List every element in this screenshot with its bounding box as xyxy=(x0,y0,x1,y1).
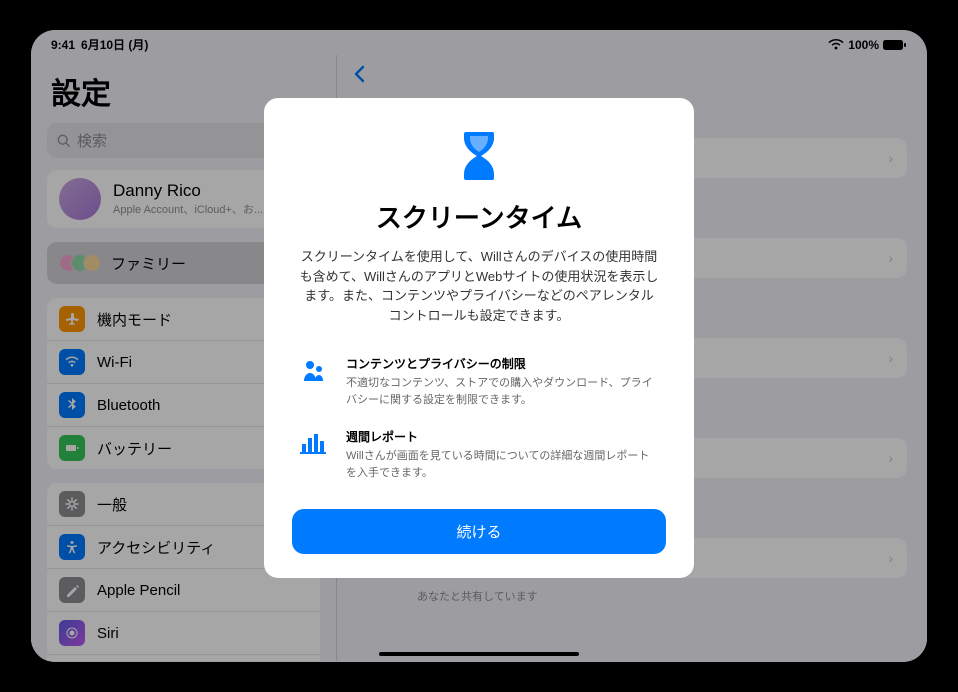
feature-desc: 不適切なコンテンツ、ストアでの購入やダウンロード、プライバシーに関する設定を制限… xyxy=(346,375,660,408)
home-indicator[interactable] xyxy=(379,652,579,656)
modal-title: スクリーンタイム xyxy=(292,198,666,235)
bar-chart-icon xyxy=(298,428,330,481)
feature-title: 週間レポート xyxy=(346,428,660,445)
modal-overlay: スクリーンタイム スクリーンタイムを使用して、Willさんのデバイスの使用時間も… xyxy=(31,30,927,662)
feature-restrictions: コンテンツとプライバシーの制限 不適切なコンテンツ、ストアでの購入やダウンロード… xyxy=(292,355,666,408)
screen: 9:41 6月10日 (月) 100% 設定 検索 xyxy=(31,30,927,662)
modal-description: スクリーンタイムを使用して、Willさんのデバイスの使用時間も含めて、Willさ… xyxy=(292,247,666,325)
screentime-modal: スクリーンタイム スクリーンタイムを使用して、Willさんのデバイスの使用時間も… xyxy=(264,98,694,578)
ipad-frame: 9:41 6月10日 (月) 100% 設定 検索 xyxy=(9,8,949,684)
feature-desc: Willさんが画面を見ている時間についての詳細な週間レポートを入手できます。 xyxy=(346,448,660,481)
feature-report: 週間レポート Willさんが画面を見ている時間についての詳細な週間レポートを入手… xyxy=(292,428,666,481)
hourglass-icon xyxy=(292,128,666,184)
family-restrictions-icon xyxy=(298,355,330,408)
continue-button[interactable]: 続ける xyxy=(292,509,666,554)
feature-title: コンテンツとプライバシーの制限 xyxy=(346,355,660,372)
